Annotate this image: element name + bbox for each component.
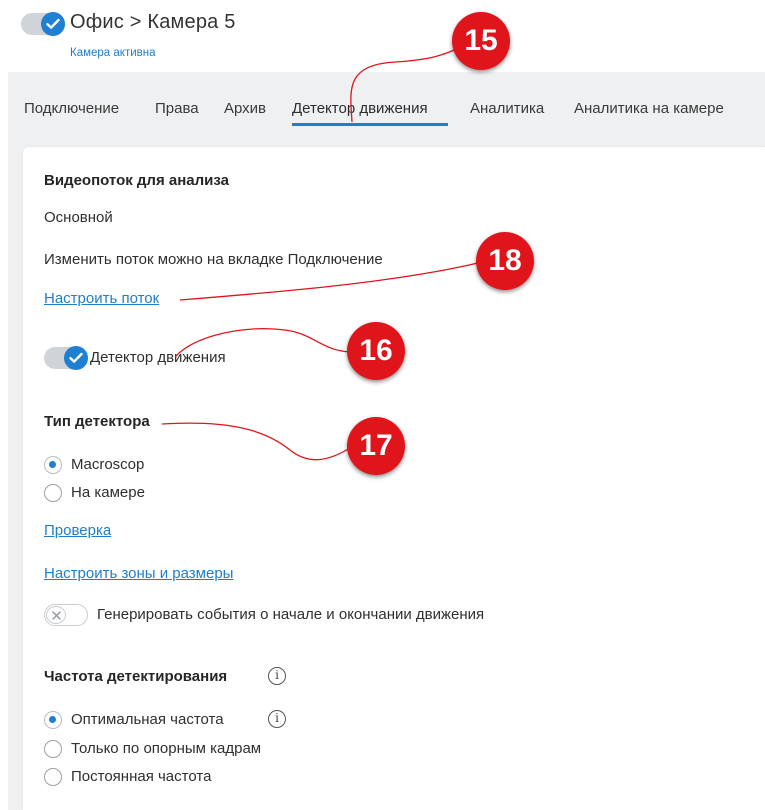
callout-15-line — [350, 44, 466, 123]
callout-15: 15 — [452, 12, 510, 70]
callout-18: 18 — [476, 232, 534, 290]
callout-16: 16 — [347, 322, 405, 380]
callout-17-line — [161, 422, 351, 461]
callout-17: 17 — [347, 417, 405, 475]
annotation-lines — [161, 44, 483, 461]
callout-18-line — [179, 261, 483, 301]
callout-16-line — [174, 328, 351, 358]
